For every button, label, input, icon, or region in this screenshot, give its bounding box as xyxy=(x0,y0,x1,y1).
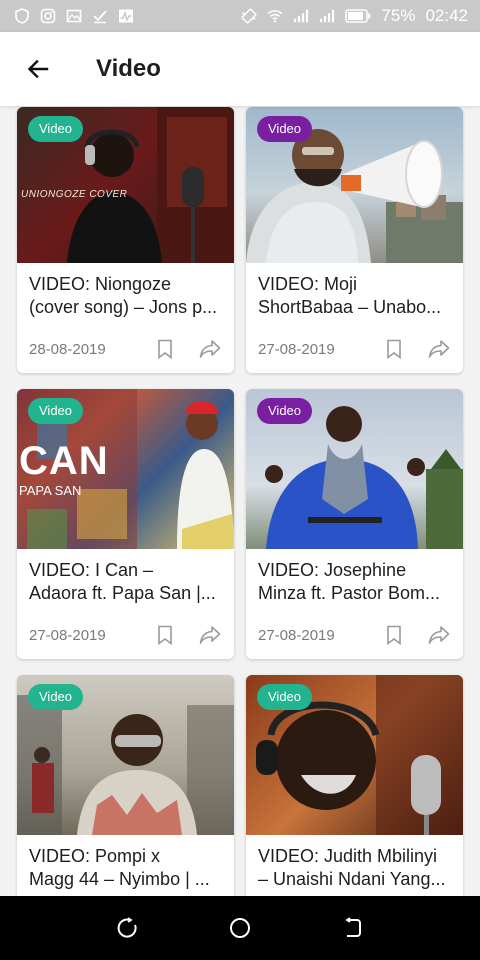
bookmark-icon xyxy=(387,625,401,645)
video-title-line1: VIDEO: Pompi x xyxy=(29,846,161,866)
bookmark-icon xyxy=(158,625,172,645)
video-badge: Video xyxy=(28,398,84,424)
vibrate-icon xyxy=(241,8,257,24)
video-card[interactable]: CAN PAPA SAN Video VIDEO: I Can – Adaora… xyxy=(17,389,234,659)
video-badge: Video xyxy=(28,116,84,142)
video-title-line2: – Unaishi Ndani Yang... xyxy=(258,869,446,889)
thumbnail-caption: UNIONGOZE COVER xyxy=(21,189,128,200)
video-thumbnail[interactable]: CAN PAPA SAN Video xyxy=(17,389,234,549)
video-thumbnail[interactable]: UNIONGOZE COVER Video xyxy=(17,107,234,263)
system-nav-bar xyxy=(0,896,480,960)
video-card[interactable]: Video VIDEO: Judith Mbilinyi – Unaishi N… xyxy=(246,675,463,896)
bookmark-icon xyxy=(158,339,172,359)
video-title-line2: Magg 44 – Nyimbo | ... xyxy=(29,869,210,889)
video-thumbnail[interactable]: Video xyxy=(246,675,463,835)
video-title-line1: VIDEO: Judith Mbilinyi xyxy=(258,846,438,866)
bookmark-icon xyxy=(387,339,401,359)
signal-icon xyxy=(319,8,335,24)
video-title-line2: ShortBabaa – Unabo... xyxy=(258,297,442,317)
status-bar: 75% 02:42 xyxy=(0,0,480,32)
video-grid: UNIONGOZE COVER Video VIDEO: Niongoze (c… xyxy=(0,106,480,896)
check-icon xyxy=(92,8,108,24)
video-date: 28-08-2019 xyxy=(29,340,106,358)
thumbnail-caption: CAN xyxy=(19,439,109,483)
home-button[interactable] xyxy=(220,908,260,948)
video-card[interactable]: Video VIDEO: Pompi x Magg 44 – Nyimbo | … xyxy=(17,675,234,896)
video-title[interactable]: VIDEO: Judith Mbilinyi – Unaishi Ndani Y… xyxy=(246,835,463,893)
thumbnail-caption-2: PAPA SAN xyxy=(19,483,82,498)
video-title[interactable]: VIDEO: Moji ShortBabaa – Unabo... xyxy=(246,263,463,321)
share-button[interactable] xyxy=(427,623,451,647)
clock: 02:42 xyxy=(425,6,468,25)
video-badge: Video xyxy=(257,398,313,424)
share-button[interactable] xyxy=(198,337,222,361)
share-icon xyxy=(199,340,221,358)
video-title-line1: VIDEO: Josephine xyxy=(258,560,407,580)
bookmark-button[interactable] xyxy=(153,337,177,361)
video-title-line1: VIDEO: Moji xyxy=(258,274,358,294)
shield-icon xyxy=(14,8,30,24)
recents-icon xyxy=(117,917,137,938)
video-title[interactable]: VIDEO: Niongoze (cover song) – Jons p... xyxy=(17,263,234,321)
share-icon xyxy=(428,340,450,358)
app-bar: Video xyxy=(0,32,480,106)
card-footer: 27-08-2019 xyxy=(17,607,234,659)
video-badge: Video xyxy=(257,684,313,710)
video-date: 27-08-2019 xyxy=(258,340,335,358)
page-title: Video xyxy=(96,55,161,82)
image-icon xyxy=(66,8,82,24)
share-icon xyxy=(199,626,221,644)
video-thumbnail[interactable]: Video xyxy=(246,389,463,549)
video-title[interactable]: VIDEO: Pompi x Magg 44 – Nyimbo | ... xyxy=(17,835,234,893)
home-icon xyxy=(229,918,250,938)
video-thumbnail[interactable]: Video xyxy=(17,675,234,835)
video-title-line1: VIDEO: Niongoze xyxy=(29,274,172,294)
video-title-line2: Adaora ft. Papa San |... xyxy=(29,583,216,603)
back-nav-button[interactable] xyxy=(333,908,373,948)
share-button[interactable] xyxy=(427,337,451,361)
card-footer: 27-08-2019 xyxy=(246,607,463,659)
signal-icon xyxy=(293,8,309,24)
video-card[interactable]: Video VIDEO: Josephine Minza ft. Pastor … xyxy=(246,389,463,659)
activity-icon xyxy=(118,8,134,24)
video-badge: Video xyxy=(257,116,313,142)
video-card[interactable]: UNIONGOZE COVER Video VIDEO: Niongoze (c… xyxy=(17,107,234,373)
back-icon xyxy=(345,917,362,937)
bookmark-button[interactable] xyxy=(382,623,406,647)
video-thumbnail[interactable]: Video xyxy=(246,107,463,263)
video-title-line2: (cover song) – Jons p... xyxy=(29,297,218,317)
share-icon xyxy=(428,626,450,644)
instagram-icon xyxy=(40,8,56,24)
video-date: 27-08-2019 xyxy=(29,626,106,644)
arrow-left-icon xyxy=(27,59,49,79)
video-title[interactable]: VIDEO: I Can – Adaora ft. Papa San |... xyxy=(17,549,234,607)
video-title-line2: Minza ft. Pastor Bom... xyxy=(258,583,441,603)
battery-percent: 75% xyxy=(381,6,416,25)
video-title[interactable]: VIDEO: Josephine Minza ft. Pastor Bom... xyxy=(246,549,463,607)
bookmark-button[interactable] xyxy=(382,337,406,361)
card-footer: 27-08-2019 xyxy=(246,321,463,373)
wifi-icon xyxy=(267,8,284,24)
card-footer: 28-08-2019 xyxy=(17,321,234,373)
video-date: 27-08-2019 xyxy=(258,626,335,644)
video-card[interactable]: Video VIDEO: Moji ShortBabaa – Unabo... … xyxy=(246,107,463,373)
video-badge: Video xyxy=(28,684,84,710)
share-button[interactable] xyxy=(198,623,222,647)
video-title-line1: VIDEO: I Can – xyxy=(29,560,154,580)
recents-button[interactable] xyxy=(107,908,147,948)
battery-icon xyxy=(345,8,371,24)
bookmark-button[interactable] xyxy=(153,623,177,647)
back-button[interactable] xyxy=(13,44,63,94)
